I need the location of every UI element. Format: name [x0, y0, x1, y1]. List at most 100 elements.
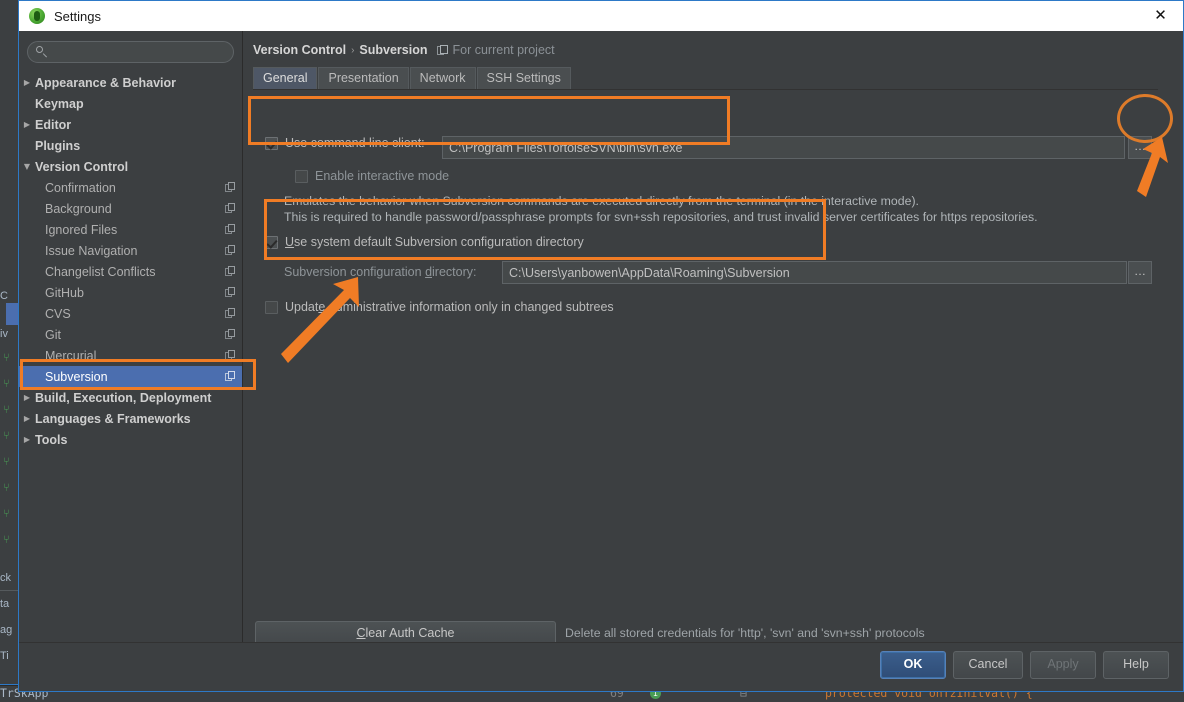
sidebar-item-label: Appearance & Behavior	[35, 75, 177, 90]
config-dir-browse-button[interactable]: …	[1128, 261, 1152, 284]
background-green-5: ⑂	[3, 455, 10, 468]
settings-main-panel: Version Control › Subversion For current…	[243, 31, 1183, 647]
sidebar-item-appearance-behavior[interactable]: ▶ Appearance & Behavior	[19, 72, 242, 93]
use-default-config-dir-label: Use system default Subversion configurat…	[285, 235, 584, 249]
sidebar-item-issue-navigation[interactable]: Issue Navigation	[19, 240, 242, 261]
chevron-right-icon: ▶	[23, 77, 31, 87]
settings-dialog: Settings ✕ ▶ Appearance & Behavior Keyma…	[18, 0, 1184, 692]
sidebar-item-label: Editor	[35, 117, 72, 132]
breadcrumb: Version Control › Subversion For current…	[253, 43, 555, 57]
copy-icon	[225, 266, 236, 277]
enable-interactive-mode-row: Enable interactive mode	[295, 169, 449, 183]
cancel-button[interactable]: Cancel	[953, 651, 1023, 679]
sidebar-item-label: Mercurial	[45, 348, 97, 363]
sidebar-item-label: CVS	[45, 306, 71, 321]
copy-icon	[225, 371, 236, 382]
interactive-mode-description-line1: Emulates the behavior when Subversion co…	[284, 194, 919, 208]
sidebar-item-label: Confirmation	[45, 180, 116, 195]
chevron-right-icon: ▶	[23, 434, 31, 444]
sidebar-item-label: Subversion	[45, 369, 108, 384]
copy-icon	[225, 245, 236, 256]
copy-icon	[225, 203, 236, 214]
sidebar-item-plugins[interactable]: Plugins	[19, 135, 242, 156]
use-command-line-client-checkbox[interactable]	[265, 136, 278, 150]
sidebar-item-label: Changelist Conflicts	[45, 264, 156, 279]
settings-tree: ▶ Appearance & Behavior Keymap ▶ Editor …	[19, 69, 242, 450]
sidebar-item-cvs[interactable]: CVS	[19, 303, 242, 324]
tab-network[interactable]: Network	[409, 67, 476, 89]
dialog-footer: OK Cancel Apply Help	[19, 642, 1183, 691]
copy-icon	[225, 287, 236, 298]
update-admin-info-label: Update administrative information only i…	[285, 300, 614, 314]
dialog-body: ▶ Appearance & Behavior Keymap ▶ Editor …	[19, 31, 1183, 647]
sidebar-item-label: Version Control	[35, 159, 129, 174]
breadcrumb-root[interactable]: Version Control	[253, 43, 346, 57]
sidebar-item-build-execution-deployment[interactable]: ▶ Build, Execution, Deployment	[19, 387, 242, 408]
chevron-right-icon: ▶	[23, 413, 31, 423]
enable-interactive-mode-checkbox[interactable]	[295, 169, 308, 183]
android-studio-icon	[29, 8, 45, 24]
background-green-8: ⑂	[3, 533, 10, 546]
ok-button[interactable]: OK	[880, 651, 946, 679]
help-button[interactable]: Help	[1103, 651, 1169, 679]
copy-icon	[225, 308, 236, 319]
sidebar-item-git[interactable]: Git	[19, 324, 242, 345]
close-icon[interactable]: ✕	[1138, 1, 1183, 30]
sidebar-item-tools[interactable]: ▶ Tools	[19, 429, 242, 450]
copy-icon	[225, 350, 236, 361]
config-dir-field-label: Subversion configuration directory:	[284, 265, 477, 279]
sidebar-item-label: Build, Execution, Deployment	[35, 390, 212, 405]
sidebar-item-subversion[interactable]: Subversion	[19, 366, 242, 387]
command-line-path-input[interactable]	[442, 136, 1125, 159]
use-command-line-client-label: Use command line client:	[285, 136, 425, 150]
apply-button: Apply	[1030, 651, 1096, 679]
sidebar-item-keymap[interactable]: Keymap	[19, 93, 242, 114]
search-icon	[36, 46, 48, 58]
chevron-down-icon: ▼	[23, 161, 31, 171]
sidebar-item-label: GitHub	[45, 285, 84, 300]
dialog-titlebar: Settings ✕	[19, 1, 1183, 32]
sidebar-item-label: Keymap	[35, 96, 84, 111]
breadcrumb-separator-icon: ›	[351, 44, 355, 56]
background-green-7: ⑂	[3, 507, 10, 520]
sidebar-item-changelist-conflicts[interactable]: Changelist Conflicts	[19, 261, 242, 282]
use-default-config-dir-checkbox[interactable]	[265, 235, 278, 249]
sidebar-item-ignored-files[interactable]: Ignored Files	[19, 219, 242, 240]
config-dir-input[interactable]	[502, 261, 1127, 284]
background-green-4: ⑂	[3, 429, 10, 442]
dialog-title: Settings	[54, 8, 101, 24]
config-dir-field-row: Subversion configuration directory:	[284, 265, 476, 279]
search-box[interactable]	[27, 41, 234, 63]
sidebar-item-label: Tools	[35, 432, 68, 447]
command-line-browse-button[interactable]: …	[1128, 136, 1152, 159]
update-admin-info-checkbox[interactable]	[265, 300, 278, 314]
tab-ssh-settings[interactable]: SSH Settings	[476, 67, 571, 89]
tab-presentation[interactable]: Presentation	[318, 67, 409, 89]
background-green-1: ⑂	[3, 351, 10, 364]
sidebar-item-version-control[interactable]: ▼ Version Control	[19, 156, 242, 177]
breadcrumb-leaf: Subversion	[359, 43, 428, 57]
use-default-config-dir-row: Use system default Subversion configurat…	[265, 235, 584, 249]
chevron-right-icon: ▶	[23, 392, 31, 402]
sidebar-item-confirmation[interactable]: Confirmation	[19, 177, 242, 198]
sidebar-item-github[interactable]: GitHub	[19, 282, 242, 303]
update-admin-info-row: Update administrative information only i…	[265, 300, 614, 314]
general-tab-content: Use command line client: … Enable intera…	[243, 93, 1183, 647]
sidebar-item-mercurial[interactable]: Mercurial	[19, 345, 242, 366]
project-scope-icon	[436, 44, 448, 56]
background-green-6: ⑂	[3, 481, 10, 494]
background-green-2: ⑂	[3, 377, 10, 390]
sidebar-item-label: Git	[45, 327, 61, 342]
copy-icon	[225, 224, 236, 235]
search-input[interactable]	[54, 44, 233, 60]
use-command-line-client-row: Use command line client:	[265, 136, 425, 150]
sidebar-item-background[interactable]: Background	[19, 198, 242, 219]
sidebar-item-label: Background	[45, 201, 112, 216]
sidebar-item-label: Plugins	[35, 138, 81, 153]
sidebar-item-label: Issue Navigation	[45, 243, 138, 258]
tab-general[interactable]: General	[253, 67, 318, 89]
sidebar-item-languages-frameworks[interactable]: ▶ Languages & Frameworks	[19, 408, 242, 429]
enable-interactive-mode-label: Enable interactive mode	[315, 169, 450, 183]
sidebar-item-editor[interactable]: ▶ Editor	[19, 114, 242, 135]
chevron-right-icon: ▶	[23, 119, 31, 129]
